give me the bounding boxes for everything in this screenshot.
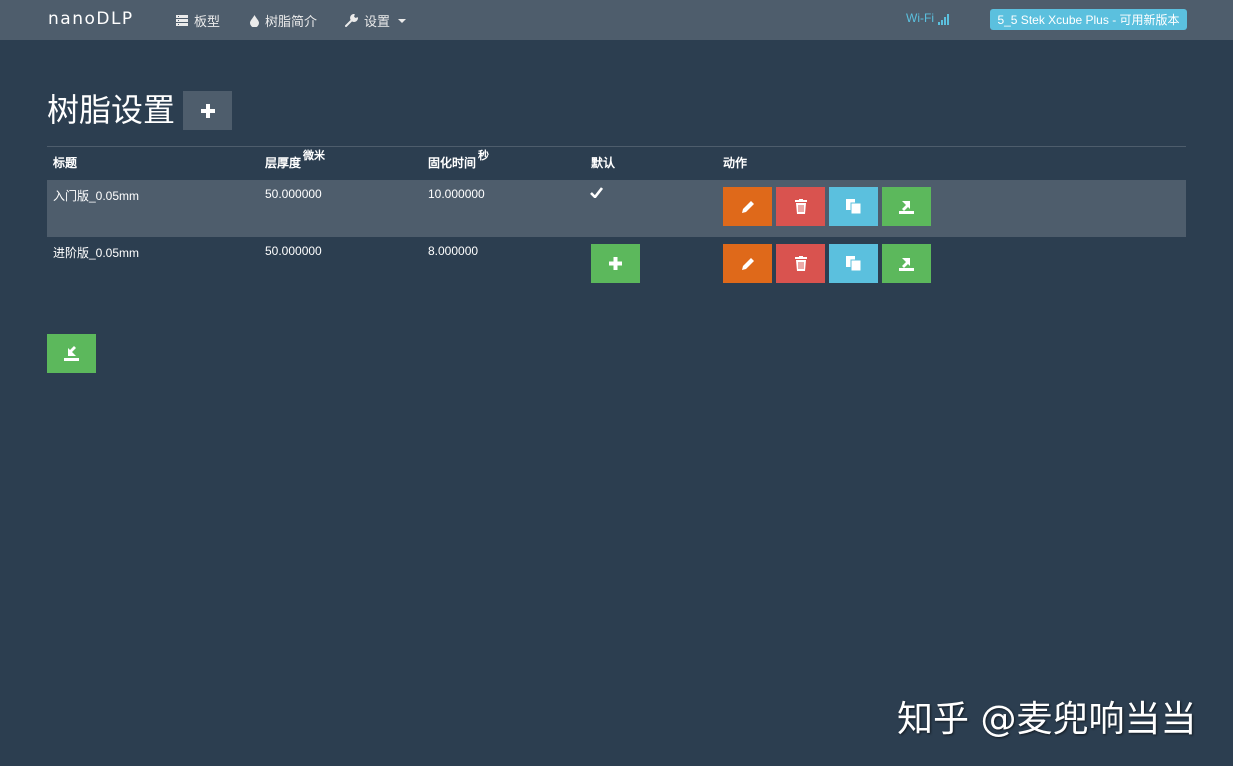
- page-title: 树脂设置: [47, 92, 176, 128]
- cell-thickness: 50.000000: [259, 180, 422, 237]
- edit-button[interactable]: [723, 244, 772, 283]
- list-icon: [176, 15, 188, 26]
- cell-thickness: 50.000000: [265, 244, 322, 258]
- trash-icon: [794, 256, 807, 271]
- nav-item-plates[interactable]: 板型: [176, 11, 220, 30]
- top-navbar: nanoDLP 板型 树脂简介 设置 Wi-Fi 5_5 Stek Xcube …: [0, 0, 1233, 40]
- export-button[interactable]: [882, 187, 931, 226]
- pencil-icon: [741, 257, 754, 270]
- drop-icon: [250, 14, 259, 27]
- cure-time-unit: 秒: [478, 150, 490, 162]
- wrench-icon: [345, 14, 358, 27]
- nav-item-label: 板型: [194, 14, 221, 29]
- duplicate-button[interactable]: [829, 187, 878, 226]
- copy-icon: [846, 256, 861, 271]
- column-header-title: 标题: [53, 156, 78, 170]
- delete-button[interactable]: [776, 187, 825, 226]
- export-icon: [899, 258, 914, 271]
- wifi-status[interactable]: Wi-Fi: [906, 11, 950, 25]
- thickness-unit: 微米: [303, 150, 326, 162]
- check-icon: [590, 187, 603, 198]
- duplicate-button[interactable]: [829, 244, 878, 283]
- cell-actions: [717, 180, 1186, 237]
- version-badge[interactable]: 5_5 Stek Xcube Plus - 可用新版本: [990, 9, 1187, 30]
- plus-icon: [200, 103, 215, 118]
- delete-button[interactable]: [776, 244, 825, 283]
- import-icon: [64, 346, 79, 361]
- column-header-default: 默认: [591, 156, 616, 170]
- cell-title: 进阶版_0.05mm: [53, 246, 140, 260]
- table-header-row: 标题 层厚度 微米 固化时间秒 默认 动作: [47, 147, 1186, 180]
- brand-logo[interactable]: nanoDLP: [48, 9, 134, 29]
- nav-item-resin-profiles[interactable]: 树脂简介: [250, 11, 317, 30]
- nav-item-settings[interactable]: 设置: [345, 11, 407, 30]
- nav-item-label: 设置: [364, 14, 391, 29]
- cell-cure-time: 8.000000: [428, 244, 479, 258]
- edit-button[interactable]: [723, 187, 772, 226]
- cell-cure-time: 10.000000: [422, 180, 585, 237]
- copy-icon: [846, 199, 861, 214]
- table-row: 入门版_0.05mm 50.000000 10.000000: [47, 180, 1186, 237]
- cell-default: [585, 237, 717, 294]
- column-header-thickness: 层厚度 微米: [265, 150, 326, 170]
- trash-icon: [794, 199, 807, 214]
- cell-actions: [717, 237, 1186, 294]
- chevron-down-icon: [398, 18, 407, 23]
- column-header-actions: 动作: [723, 156, 748, 170]
- cell-title: 入门版_0.05mm: [47, 180, 259, 237]
- resin-table: 标题 层厚度 微米 固化时间秒 默认 动作 入门版_0.05mm 50.00000…: [47, 147, 1186, 294]
- set-default-button[interactable]: [591, 244, 640, 283]
- nav-item-label: 树脂简介: [265, 14, 318, 29]
- pencil-icon: [741, 200, 754, 213]
- import-profile-button[interactable]: [47, 334, 96, 373]
- signal-icon: [937, 14, 949, 25]
- plus-icon: [609, 257, 622, 270]
- cell-default: [585, 180, 717, 237]
- export-icon: [899, 201, 914, 214]
- export-button[interactable]: [882, 244, 931, 283]
- table-row: 进阶版_0.05mm 50.000000 8.000000: [47, 237, 1186, 294]
- column-header-cure-time: 固化时间秒: [428, 150, 490, 170]
- wifi-label: Wi-Fi: [906, 11, 934, 25]
- add-resin-button[interactable]: [183, 91, 232, 130]
- watermark: 知乎 @麦兜响当当: [897, 699, 1197, 740]
